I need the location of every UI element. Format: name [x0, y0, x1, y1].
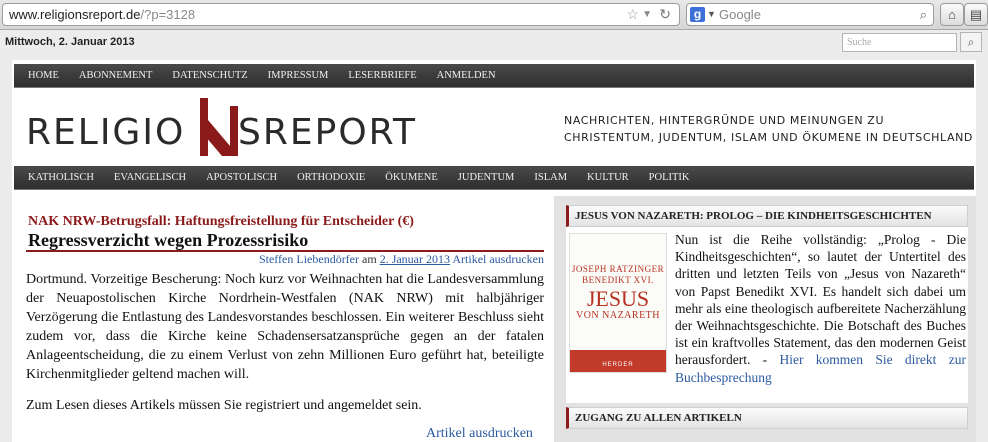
book-title: JESUS [586, 286, 650, 311]
book-publisher: HERDER [602, 362, 634, 368]
site-logo[interactable]: RELIGIO SREPORT [26, 98, 496, 156]
magnifier-icon[interactable]: ⌕ [920, 4, 927, 25]
nav-oekumene[interactable]: ÖKUMENE [375, 166, 448, 189]
article-paragraph: Zum Lesen dieses Artikels müssen Sie reg… [26, 398, 422, 413]
address-bar[interactable]: www.religionsreport.de/?p=3128 ☆ ▼ ↻ [2, 3, 680, 26]
category-navigation: KATHOLISCH EVANGELISCH APOSTOLISCH ORTHO… [14, 166, 974, 190]
reload-icon[interactable]: ↻ [659, 4, 671, 25]
nav-leserbriefe[interactable]: LESERBRIEFE [338, 64, 426, 87]
search-engine-label: Google [719, 7, 761, 22]
print-article-link-bottom[interactable]: Artikel ausdrucken [426, 426, 533, 442]
google-icon[interactable]: g [690, 7, 705, 22]
site-search-input[interactable]: Suche [842, 33, 957, 52]
sidebar-book-panel: JOSEPH RATZINGER BENEDIKT XVI. JESUS VON… [566, 227, 968, 403]
article-kicker[interactable]: NAK NRW-Betrugsfall: Haftungsfreistellun… [28, 214, 414, 230]
nav-datenschutz[interactable]: DATENSCHUTZ [162, 64, 257, 87]
nav-evangelisch[interactable]: EVANGELISCH [104, 166, 196, 189]
nav-islam[interactable]: ISLAM [524, 166, 577, 189]
browser-search-box[interactable]: g ▼ Google ⌕ [686, 3, 934, 26]
nav-abonnement[interactable]: ABONNEMENT [69, 64, 163, 87]
site-tagline: Nachrichten, Hintergründe und Meinungen … [564, 114, 973, 144]
sidebar: JESUS VON NAZARETH: PROLOG – DIE KINDHEI… [554, 196, 976, 442]
book-subtitle: VON NAZARETH [575, 310, 661, 321]
article-body: Dortmund. Vorzeitige Bescherung: Noch ku… [26, 270, 544, 427]
nav-apostolisch[interactable]: APOSTOLISCH [196, 166, 287, 189]
sidebar-book-text: Nun ist die Reihe vollständig: „Prolog -… [675, 231, 966, 386]
url-host: www.religionsreport.de [9, 7, 141, 22]
article-headline[interactable]: Regressverzicht wegen Prozessrisiko [28, 230, 308, 251]
dropdown-icon[interactable]: ▼ [642, 4, 652, 25]
sidebar-heading-book[interactable]: JESUS VON NAZARETH: PROLOG – DIE KINDHEI… [566, 205, 968, 227]
logo-n-mark [200, 98, 238, 156]
current-date: Mittwoch, 2. Januar 2013 [5, 36, 135, 48]
book-author-line2: BENEDIKT XVI. [582, 275, 654, 285]
nav-home[interactable]: HOME [18, 64, 69, 87]
site-search-button[interactable]: ⌕ [960, 32, 982, 52]
book-band [570, 350, 666, 372]
nav-katholisch[interactable]: KATHOLISCH [18, 166, 104, 189]
logo-text-sreport: SREPORT [238, 112, 418, 153]
print-article-link[interactable]: Artikel ausdrucken [452, 252, 544, 266]
book-author-line1: JOSEPH RATZINGER [571, 264, 665, 274]
nav-orthodoxie[interactable]: ORTHODOXIE [287, 166, 375, 189]
top-navigation: HOME ABONNEMENT DATENSCHUTZ IMPRESSUM LE… [14, 64, 974, 88]
browser-toolbar: www.religionsreport.de/?p=3128 ☆ ▼ ↻ g ▼… [0, 0, 988, 30]
date-prefix: am [362, 252, 377, 266]
search-engine-dropdown-icon[interactable]: ▼ [707, 4, 716, 25]
date-bar: Mittwoch, 2. Januar 2013 [0, 31, 988, 55]
logo-text-religio: RELIGIO [26, 112, 186, 153]
article-date-link[interactable]: 2. Januar 2013 [380, 252, 450, 266]
bookmark-icon[interactable]: ▤ [964, 3, 988, 26]
book-cover-image[interactable]: JOSEPH RATZINGER BENEDIKT XVI. JESUS VON… [569, 233, 667, 373]
article-paragraph: Dortmund. Vorzeitige Bescherung: Noch ku… [26, 272, 544, 382]
nav-impressum[interactable]: IMPRESSUM [258, 64, 339, 87]
author-link[interactable]: Steffen Liebendörfer [259, 252, 359, 266]
nav-kultur[interactable]: KULTUR [577, 166, 639, 189]
home-icon[interactable]: ⌂ [940, 3, 964, 26]
article-byline: Steffen Liebendörfer am 2. Januar 2013 A… [26, 252, 544, 267]
star-icon[interactable]: ☆ [626, 4, 639, 25]
nav-judentum[interactable]: JUDENTUM [448, 166, 525, 189]
nav-politik[interactable]: POLITIK [639, 166, 700, 189]
magnifier-icon: ⌕ [967, 35, 975, 49]
url-path: /?p=3128 [140, 7, 196, 22]
sidebar-heading-all-articles[interactable]: ZUGANG ZU ALLEN ARTIKELN [566, 407, 968, 429]
book-author: JOSEPH RATZINGER BENEDIKT XVI. [570, 264, 666, 286]
nav-anmelden[interactable]: ANMELDEN [427, 64, 506, 87]
sidebar-book-description: Nun ist die Reihe vollständig: „Prolog -… [675, 232, 966, 368]
